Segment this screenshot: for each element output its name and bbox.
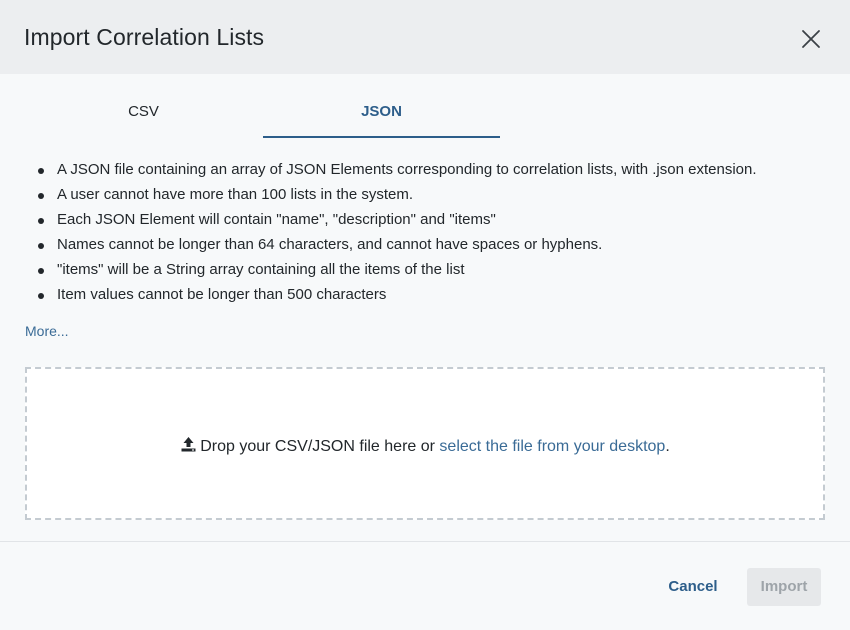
upload-icon <box>180 436 197 453</box>
dialog-footer: Cancel Import <box>0 541 850 630</box>
dropzone-text: Drop your CSV/JSON file here or <box>200 438 440 455</box>
import-dialog: Import Correlation Lists CSV JSON A JSON… <box>0 0 850 630</box>
close-icon[interactable] <box>797 25 825 53</box>
rule-item: Names cannot be longer than 64 character… <box>38 235 837 260</box>
dialog-header: Import Correlation Lists <box>0 0 850 74</box>
rule-item: "items" will be a String array containin… <box>38 260 837 285</box>
tab-csv[interactable]: CSV <box>25 92 262 138</box>
dropzone-message: Drop your CSV/JSON file here or select t… <box>27 436 823 456</box>
file-dropzone[interactable]: Drop your CSV/JSON file here or select t… <box>25 367 825 520</box>
rules-list: A JSON file containing an array of JSON … <box>38 160 837 310</box>
rule-item: A JSON file containing an array of JSON … <box>38 160 837 185</box>
import-button[interactable]: Import <box>747 568 821 606</box>
rule-item: A user cannot have more than 100 lists i… <box>38 185 837 210</box>
rule-item: Each JSON Element will contain "name", "… <box>38 210 837 235</box>
dialog-title: Import Correlation Lists <box>24 24 265 50</box>
format-tabs: CSV JSON <box>25 92 500 138</box>
select-file-link[interactable]: select the file from your desktop <box>439 438 665 455</box>
more-link[interactable]: More... <box>25 323 69 339</box>
dialog-body: CSV JSON A JSON file containing an array… <box>0 74 850 541</box>
tab-json[interactable]: JSON <box>263 92 500 138</box>
dropzone-suffix: . <box>665 438 670 455</box>
cancel-button[interactable]: Cancel <box>656 568 730 606</box>
rule-item: Item values cannot be longer than 500 ch… <box>38 285 837 310</box>
